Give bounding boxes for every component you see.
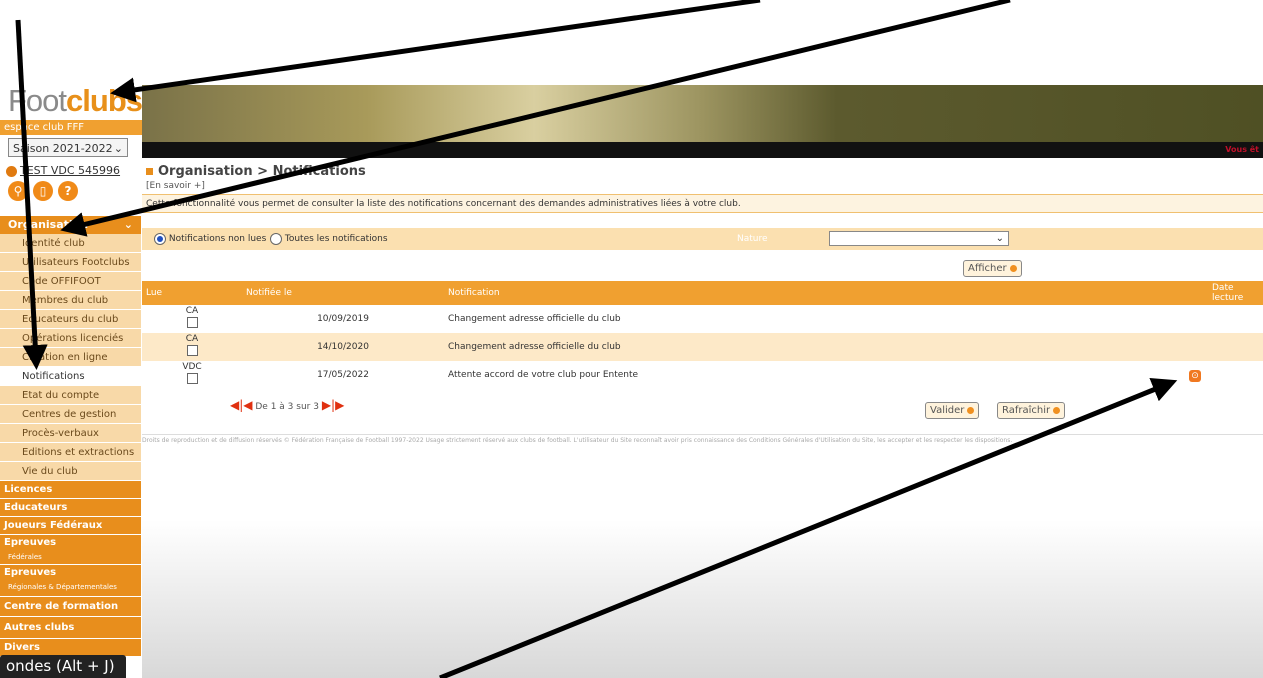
arrow-to-action-icon [439, 378, 1178, 678]
arrow-to-notifications [15, 19, 48, 370]
annotation-arrows [15, 0, 1178, 678]
arrow-to-organisation [60, 0, 1011, 237]
arrow-to-logo [110, 0, 761, 103]
